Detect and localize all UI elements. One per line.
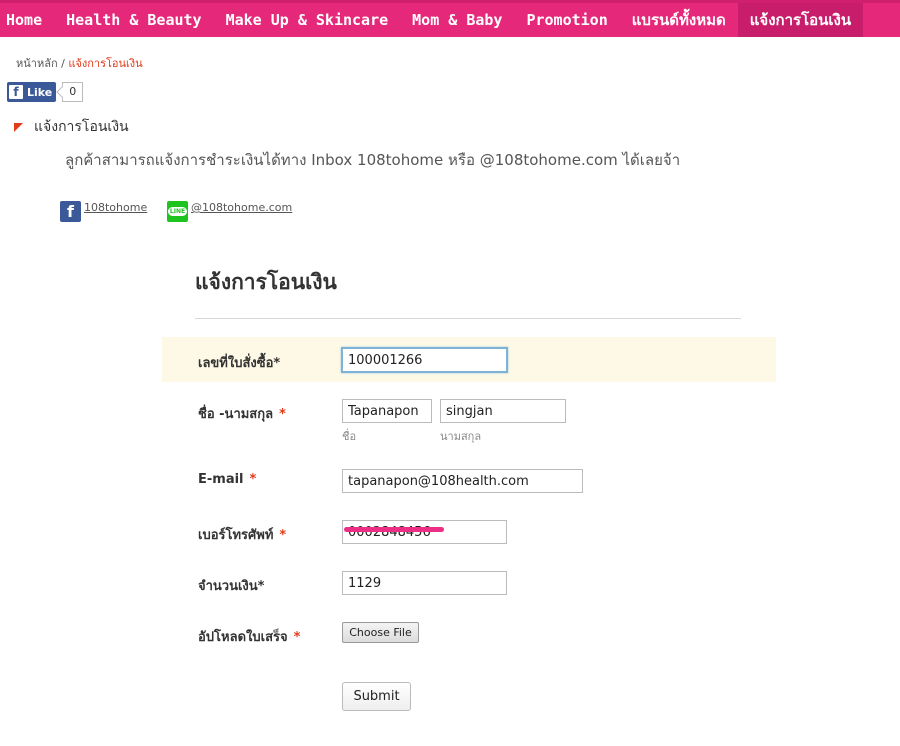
facebook-like-button[interactable]: f Like [7,82,57,102]
name-label: ชื่อ -นามสกุล * [198,403,286,424]
line-link-label[interactable]: @108tohome.com [191,201,292,214]
amount-input[interactable] [342,571,507,595]
required-mark: * [249,472,257,487]
facebook-icon: f [60,201,81,222]
email-input[interactable] [342,469,583,493]
divider [195,318,741,319]
upload-label-text: อัปโหลดใบเสร็จ [198,630,288,645]
amount-label: จำนวนเงิน* [198,579,265,594]
last-name-sublabel: นามสกุล [440,430,482,443]
nav-all-brands[interactable]: แบรนด์ทั้งหมด [620,3,738,37]
upload-label: อัปโหลดใบเสร็จ * [198,626,300,647]
choose-file-button[interactable]: Choose File [342,622,419,643]
section-title: แจ้งการโอนเงิน [34,119,129,135]
like-label: Like [27,85,53,99]
nav-mom-baby[interactable]: Mom & Baby [400,3,514,37]
facebook-link[interactable]: f 108tohome [60,201,147,222]
facebook-like-widget: f Like 0 [7,82,84,102]
order-number-label: เลขที่ใบสั่งซื้อ* [198,356,281,371]
phone-input[interactable] [342,520,507,544]
intro-text: ลูกค้าสามารถแจ้งการชำระเงินได้ทาง Inbox … [65,151,681,169]
nav-home[interactable]: Home [0,3,54,37]
breadcrumb-home[interactable]: หน้าหลัก [16,57,58,70]
first-name-sublabel: ชื่อ [342,430,357,443]
nav-health-beauty[interactable]: Health & Beauty [54,3,213,37]
phone-label: เบอร์โทรศัพท์ * [198,524,286,545]
form-title: แจ้งการโอนเงิน [195,270,337,294]
nav-payment-notify[interactable]: แจ้งการโอนเงิน [737,3,864,37]
facebook-icon: f [9,85,23,99]
top-navigation: Home Health & Beauty Make Up & Skincare … [0,0,900,37]
redaction-mark [344,527,444,532]
name-label-text: ชื่อ -นามสกุล [198,407,274,422]
submit-button[interactable]: Submit [342,682,411,711]
required-mark: * [293,630,301,645]
like-count: 0 [62,82,84,102]
last-name-input[interactable] [440,399,566,423]
phone-label-text: เบอร์โทรศัพท์ [198,528,274,543]
nav-promotion[interactable]: Promotion [514,3,619,37]
line-icon: LINE [167,201,188,222]
nav-makeup-skincare[interactable]: Make Up & Skincare [214,3,401,37]
email-label: E-mail * [198,472,256,487]
breadcrumb-current: แจ้งการโอนเงิน [68,57,143,70]
order-number-input[interactable] [341,347,508,373]
email-label-text: E-mail [198,472,244,487]
line-link[interactable]: LINE @108tohome.com [167,201,292,222]
first-name-input[interactable] [342,399,432,423]
required-mark: * [279,528,287,543]
breadcrumb: หน้าหลัก / แจ้งการโอนเงิน [16,54,143,72]
breadcrumb-separator: / [61,57,65,70]
facebook-link-label[interactable]: 108tohome [84,201,147,214]
required-mark: * [279,407,286,422]
section-header: แจ้งการโอนเงิน [14,116,129,138]
triangle-marker-icon [14,122,23,132]
